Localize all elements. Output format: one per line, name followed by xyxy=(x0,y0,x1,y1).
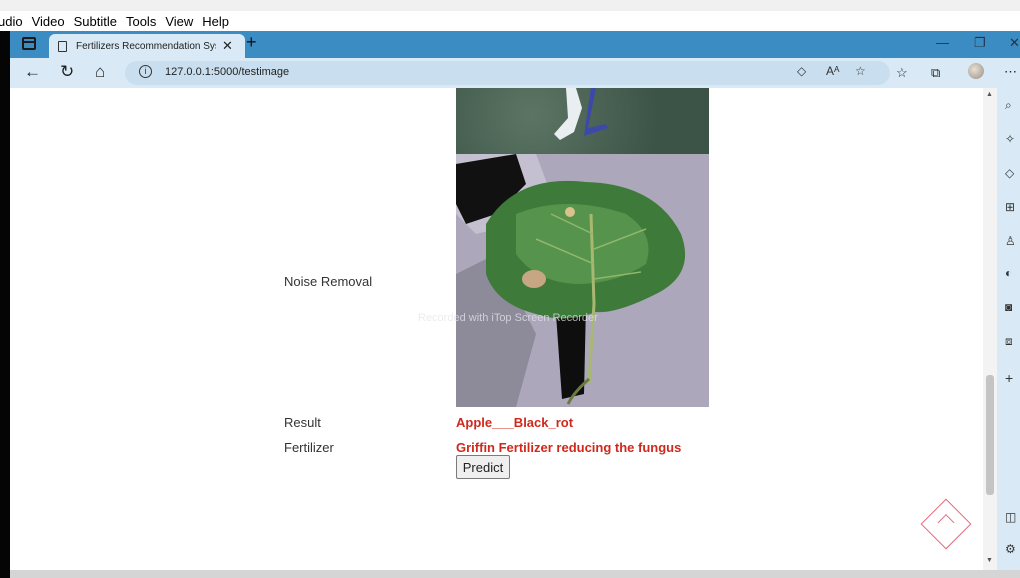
address-bar[interactable]: i 127.0.0.1:5000/testimage ◇ Aᴬ ☆ xyxy=(125,61,890,85)
player-menu-bar: udio Video Subtitle Tools View Help xyxy=(0,11,1020,31)
back-icon[interactable]: ← xyxy=(24,62,41,82)
tag-icon[interactable]: ◇ xyxy=(797,64,806,78)
collections-icon[interactable]: ⧉ xyxy=(931,65,940,81)
favorites-icon[interactable]: ☆ xyxy=(896,65,908,81)
browser-tab-strip: Fertilizers Recommendation Syst ✕ + — ❐ … xyxy=(10,31,1020,58)
page-content: Recorded with iTop Screen Recorder Noise… xyxy=(10,88,983,570)
edge-sidebar: ⌕ ✧ ◇ ⊞ ♙ ◐ ◙ ⧈ + ◫ ⚙ xyxy=(997,88,1020,570)
scroll-up-icon[interactable]: ▲ xyxy=(986,91,993,98)
split-screen-icon[interactable]: ◫ xyxy=(1005,510,1016,524)
menu-view[interactable]: View xyxy=(165,14,193,29)
minimize-icon[interactable]: — xyxy=(936,35,949,50)
add-favorite-icon[interactable]: ☆ xyxy=(855,64,866,78)
url-text[interactable]: 127.0.0.1:5000/testimage xyxy=(165,66,289,78)
settings-gear-icon[interactable]: ⚙ xyxy=(1005,542,1016,556)
tab-title: Fertilizers Recommendation Syst xyxy=(76,40,216,52)
noise-removal-image xyxy=(456,154,709,407)
add-sidebar-icon[interactable]: + xyxy=(1005,370,1013,386)
tab-actions-icon[interactable] xyxy=(22,37,36,50)
processed-image-top xyxy=(456,88,709,154)
browser-tab[interactable]: Fertilizers Recommendation Syst ✕ xyxy=(49,34,245,58)
menu-subtitle[interactable]: Subtitle xyxy=(74,14,117,29)
predict-button[interactable]: Predict xyxy=(456,455,510,479)
profile-avatar[interactable] xyxy=(968,63,984,79)
result-value: Apple___Black_rot xyxy=(456,415,574,430)
home-icon[interactable]: ⌂ xyxy=(95,62,105,82)
site-info-icon[interactable]: i xyxy=(139,65,152,78)
read-aloud-icon[interactable]: Aᴬ xyxy=(826,64,839,78)
menu-help[interactable]: Help xyxy=(202,14,229,29)
drop-icon[interactable]: ⧈ xyxy=(1005,334,1013,349)
office-icon[interactable]: ◐ xyxy=(1005,266,1012,280)
scroll-down-icon[interactable]: ▼ xyxy=(986,557,993,564)
left-edge xyxy=(0,31,10,578)
taskbar-strip xyxy=(10,570,1020,578)
chevron-up-icon xyxy=(937,514,955,532)
close-window-icon[interactable]: ✕ xyxy=(1009,35,1020,51)
menu-tools[interactable]: Tools xyxy=(126,14,156,29)
search-icon[interactable]: ⌕ xyxy=(1005,98,1012,113)
player-title-bar xyxy=(0,0,1020,11)
restore-icon[interactable]: ❐ xyxy=(974,35,986,51)
menu-video[interactable]: Video xyxy=(32,14,65,29)
outlook-icon[interactable]: ◙ xyxy=(1005,300,1012,314)
new-tab-icon[interactable]: + xyxy=(246,32,257,53)
menu-audio[interactable]: udio xyxy=(0,14,23,29)
scrollbar-thumb[interactable] xyxy=(986,375,994,495)
discover-icon[interactable]: ✧ xyxy=(1005,132,1015,146)
more-options-icon[interactable]: ⋯ xyxy=(1004,64,1017,80)
result-label: Result xyxy=(284,415,321,430)
tab-close-icon[interactable]: ✕ xyxy=(222,38,233,54)
fertilizer-label: Fertilizer xyxy=(284,440,334,455)
screen-recorder-watermark: Recorded with iTop Screen Recorder xyxy=(418,312,598,324)
refresh-icon[interactable]: ↻ xyxy=(60,62,74,82)
games-icon[interactable]: ♙ xyxy=(1005,234,1016,248)
address-bar-row: ← ↻ ⌂ i 127.0.0.1:5000/testimage ◇ Aᴬ ☆ … xyxy=(10,58,1020,88)
shopping-tag-icon[interactable]: ◇ xyxy=(1005,166,1014,180)
tools-icon[interactable]: ⊞ xyxy=(1005,200,1015,214)
fertilizer-value: Griffin Fertilizer reducing the fungus xyxy=(456,440,682,455)
vertical-scrollbar[interactable]: ▲ ▼ xyxy=(983,88,997,570)
scroll-to-top-button[interactable] xyxy=(920,498,972,550)
noise-removal-label: Noise Removal xyxy=(284,274,373,289)
page-icon xyxy=(58,40,67,52)
